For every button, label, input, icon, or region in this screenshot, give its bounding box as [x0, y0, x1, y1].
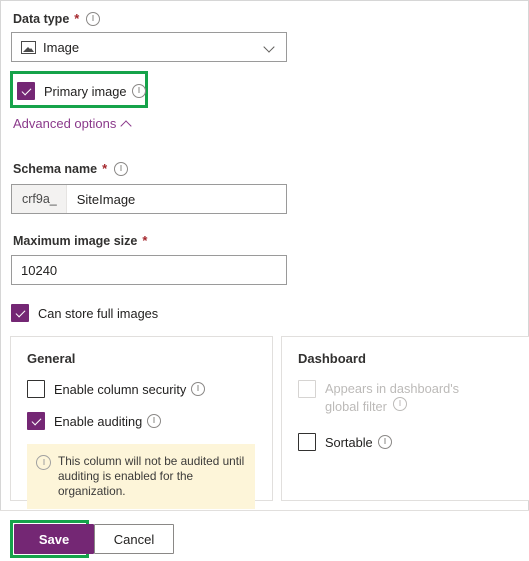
maximum-image-size-value[interactable]: 10240	[12, 256, 286, 284]
info-icon	[36, 455, 51, 470]
data-type-selected-value: Image	[43, 39, 80, 55]
enable-auditing-row[interactable]: Enable auditing	[27, 412, 256, 430]
can-store-full-images-row[interactable]: Can store full images	[11, 304, 158, 322]
primary-image-label: Primary image	[44, 83, 146, 100]
info-icon[interactable]	[191, 382, 206, 396]
dashboard-panel: Dashboard Appears in dashboard's global …	[281, 336, 529, 501]
enable-column-security-checkbox[interactable]	[27, 380, 45, 398]
save-button[interactable]: Save	[14, 524, 94, 554]
info-icon[interactable]	[86, 12, 101, 26]
info-icon[interactable]	[377, 435, 392, 449]
required-asterisk: *	[142, 233, 148, 248]
schema-name-prefix: crf9a_	[12, 185, 67, 213]
enable-column-security-label: Enable column security	[54, 381, 206, 398]
info-icon[interactable]	[147, 414, 162, 428]
enable-column-security-row[interactable]: Enable column security	[27, 380, 256, 398]
schema-name-label: Schema name *	[13, 161, 129, 177]
general-panel-title: General	[27, 351, 76, 366]
advanced-options-label: Advanced options	[13, 116, 117, 131]
sortable-label-text: Sortable	[325, 434, 373, 450]
enable-auditing-checkbox[interactable]	[27, 412, 45, 430]
primary-image-label-text: Primary image	[44, 83, 127, 99]
data-type-label-text: Data type	[13, 12, 70, 26]
appears-in-global-filter-label: Appears in dashboard's global filter	[325, 380, 495, 415]
maximum-image-size-label-text: Maximum image size	[13, 234, 138, 248]
auditing-warning-text: This column will not be audited until au…	[58, 454, 245, 498]
chevron-up-icon[interactable]	[122, 118, 133, 129]
form-footer: Save Cancel	[0, 510, 529, 561]
schema-name-value[interactable]: SiteImage	[67, 185, 286, 213]
auditing-warning-box: This column will not be audited until au…	[27, 444, 255, 509]
general-panel: General Enable column security Enable au…	[10, 336, 273, 509]
appears-in-global-filter-label-text: Appears in dashboard's global filter	[325, 381, 460, 414]
advanced-options-link[interactable]: Advanced options	[13, 116, 135, 131]
data-type-dropdown[interactable]: Image	[11, 32, 287, 62]
enable-column-security-label-text: Enable column security	[54, 381, 187, 397]
info-icon[interactable]	[131, 84, 146, 98]
sortable-row[interactable]: Sortable	[298, 433, 527, 451]
primary-image-checkbox[interactable]	[17, 82, 35, 100]
enable-auditing-label-text: Enable auditing	[54, 413, 143, 429]
schema-name-label-text: Schema name	[13, 162, 98, 176]
column-properties-form: Data type * Image Primary image Advanced …	[0, 0, 529, 510]
can-store-full-images-label: Can store full images	[38, 305, 158, 322]
maximum-image-size-label: Maximum image size *	[13, 233, 147, 249]
cancel-button[interactable]: Cancel	[94, 524, 174, 554]
data-type-label: Data type *	[13, 11, 101, 27]
can-store-full-images-checkbox[interactable]	[11, 304, 29, 322]
chevron-down-icon[interactable]	[265, 42, 276, 53]
sortable-checkbox[interactable]	[298, 433, 316, 451]
maximum-image-size-input[interactable]: 10240	[11, 255, 287, 285]
schema-name-input[interactable]: crf9a_ SiteImage	[11, 184, 287, 214]
dashboard-panel-title: Dashboard	[298, 351, 366, 366]
enable-auditing-label: Enable auditing	[54, 413, 162, 430]
primary-image-checkbox-row[interactable]: Primary image	[17, 82, 146, 100]
can-store-full-images-label-text: Can store full images	[38, 305, 159, 321]
sortable-label: Sortable	[325, 434, 392, 451]
image-icon	[21, 40, 36, 54]
info-icon	[393, 397, 408, 411]
info-icon[interactable]	[114, 162, 129, 176]
required-asterisk: *	[74, 11, 80, 26]
required-asterisk: *	[102, 161, 108, 176]
appears-in-global-filter-row: Appears in dashboard's global filter	[298, 380, 527, 415]
appears-in-global-filter-checkbox	[298, 380, 316, 398]
